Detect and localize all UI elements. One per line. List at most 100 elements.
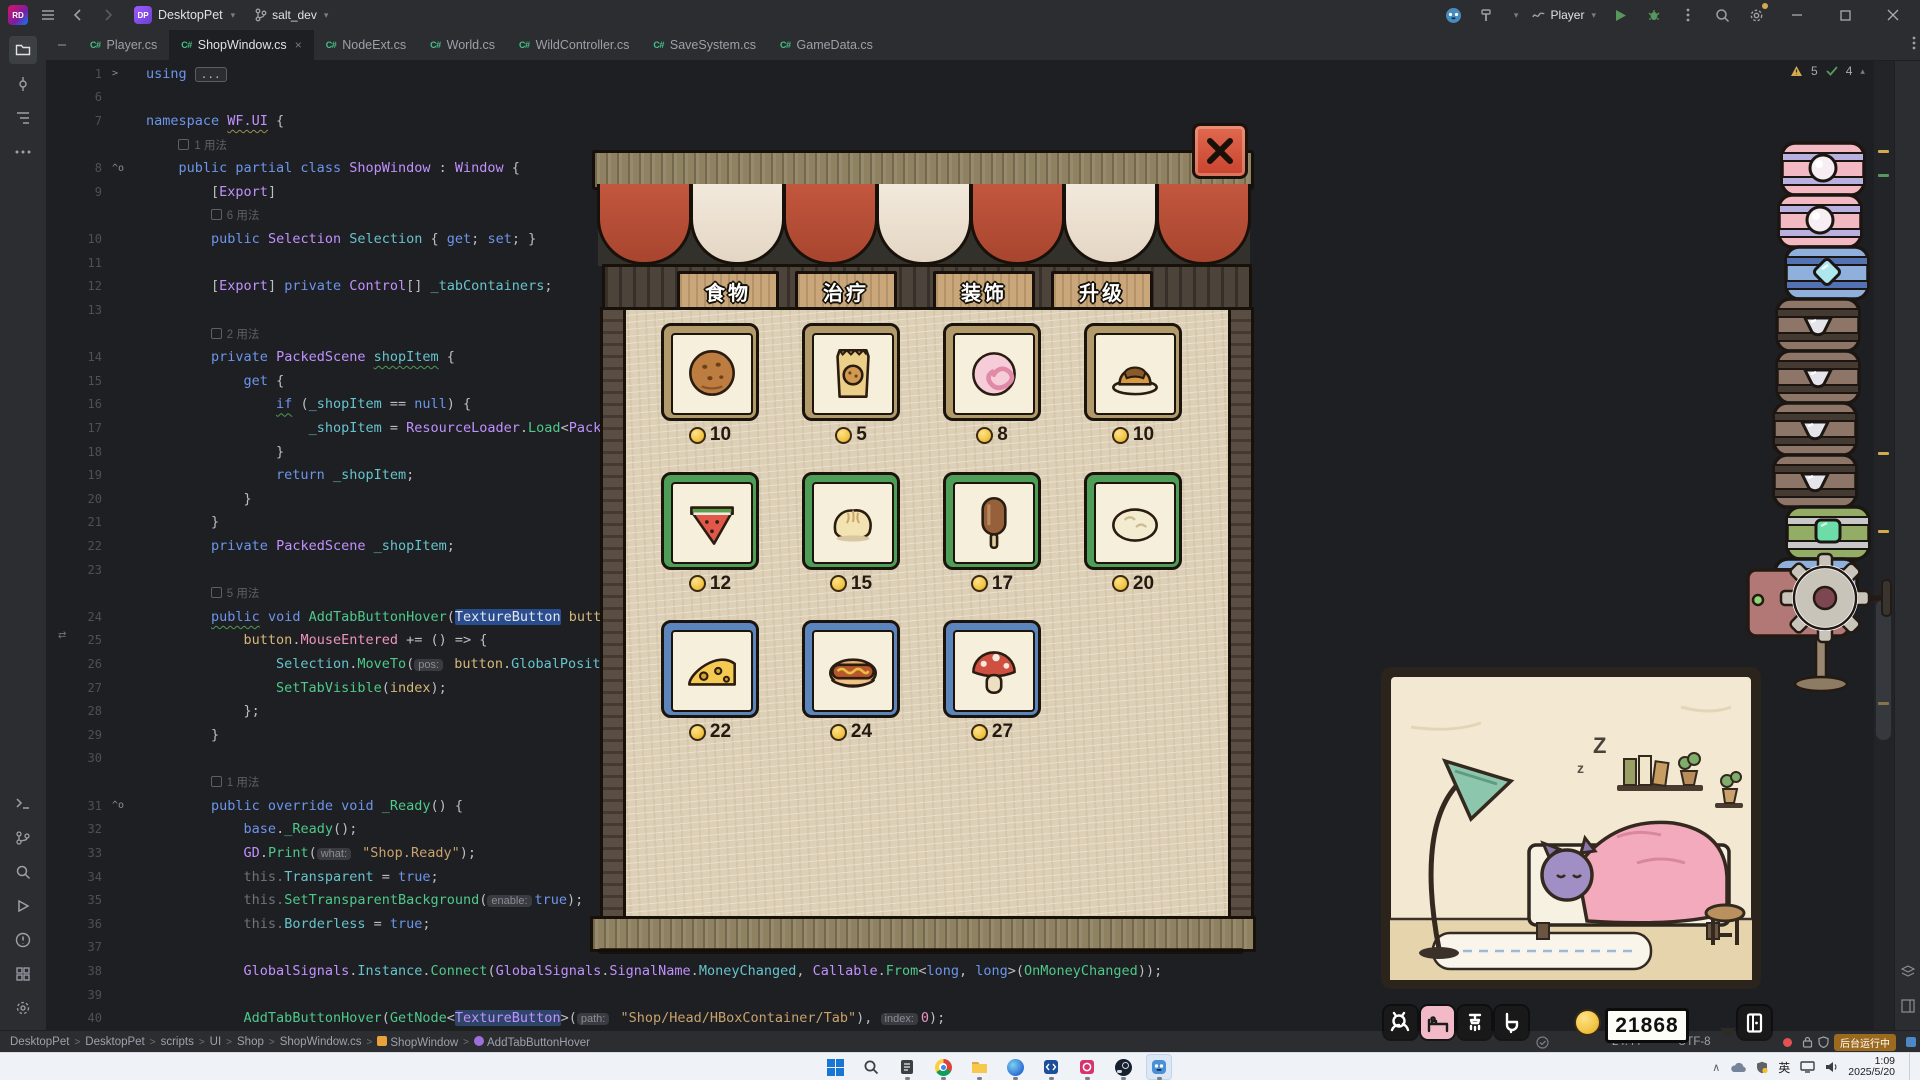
tab-close-icon[interactable]: × (295, 38, 302, 52)
breadcrumb-item[interactable]: UI (210, 1036, 222, 1048)
shop-item-popsicle[interactable] (943, 472, 1041, 570)
editor-tab-gamedata-cs[interactable]: C#GameData.cs (768, 30, 885, 60)
shop-item-bun[interactable] (802, 472, 900, 570)
terminal-tool-icon[interactable] (9, 790, 37, 818)
project-tool-icon[interactable] (9, 36, 37, 64)
debug-button[interactable] (1644, 5, 1664, 25)
more-actions-icon[interactable] (1678, 5, 1698, 25)
settings-tool-icon[interactable] (9, 994, 37, 1022)
main-menu-icon[interactable] (38, 5, 58, 25)
gacha-machine[interactable] (1740, 540, 1920, 700)
shop-item-watermelon[interactable] (661, 472, 759, 570)
taskbar-app-search[interactable] (858, 1054, 884, 1080)
search-everywhere-icon[interactable] (1712, 5, 1732, 25)
machine-crank-handle[interactable] (1882, 580, 1891, 616)
taskbar-app-start[interactable] (822, 1054, 848, 1080)
more-tools-icon[interactable] (9, 138, 37, 166)
editor-tab-wildcontroller-cs[interactable]: C#WildController.cs (507, 30, 641, 60)
shop-tab-4[interactable]: 升级 (1051, 271, 1153, 311)
inspections-widget[interactable]: 5 4 ▴ (1790, 64, 1865, 78)
taskbar-app-photos[interactable] (1074, 1054, 1100, 1080)
shop-item-cookie[interactable] (661, 323, 759, 421)
run-tool-icon[interactable] (9, 892, 37, 920)
breadcrumb-item[interactable]: AddTabButtonHover (474, 1036, 590, 1049)
forward-icon[interactable] (98, 5, 118, 25)
breadcrumb-item[interactable]: ShopWindow.cs (280, 1036, 362, 1048)
commit-tool-icon[interactable] (9, 70, 37, 98)
run-button[interactable] (1610, 5, 1630, 25)
sleep-button[interactable] (1421, 1006, 1454, 1039)
wash-button[interactable] (1458, 1006, 1491, 1039)
window-maximize-button[interactable] (1828, 0, 1862, 30)
run-configuration[interactable]: Player ▾ (1532, 8, 1596, 22)
services-tool-icon[interactable] (9, 960, 37, 988)
branch-selector[interactable]: salt_dev ▾ (255, 8, 328, 22)
breadcrumb-item[interactable]: scripts (161, 1036, 194, 1048)
rider-logo-icon[interactable]: RD (8, 5, 28, 25)
code-line[interactable]: 7namespace WF.UI { (46, 109, 1894, 133)
breadcrumb-item[interactable]: ShopWindow (377, 1036, 458, 1049)
editor-tab-world-cs[interactable]: C#World.cs (418, 30, 507, 60)
shop-item-dough[interactable] (1084, 472, 1182, 570)
editor-tab-shopwindow-cs[interactable]: C#ShopWindow.cs× (169, 30, 313, 60)
security-shield-icon[interactable] (1756, 1061, 1768, 1074)
breadcrumb-item[interactable]: DesktopPet (85, 1036, 144, 1048)
breadcrumbs[interactable]: DesktopPet>DesktopPet>scripts>UI>Shop>Sh… (0, 1036, 590, 1049)
tray-chevron-icon[interactable]: ∧ (1712, 1061, 1720, 1074)
editor-tab-player-cs[interactable]: C#Player.cs (78, 30, 169, 60)
breadcrumb-item[interactable]: Shop (237, 1036, 264, 1048)
shop-close-button[interactable] (1192, 123, 1248, 179)
breadcrumb-item[interactable]: DesktopPet (10, 1036, 69, 1048)
exit-door-button[interactable] (1738, 1006, 1771, 1039)
notification-dot[interactable] (1783, 1031, 1792, 1053)
layout-tool-icon[interactable] (1897, 992, 1919, 1020)
shop-item-cheese[interactable] (661, 620, 759, 718)
taskbar-app-steam[interactable] (1110, 1054, 1136, 1080)
godot-engine-icon[interactable] (1444, 5, 1464, 25)
taskbar-app-files[interactable] (894, 1054, 920, 1080)
ime-indicator[interactable]: 英 (1778, 1059, 1790, 1076)
window-minimize-button[interactable] (1780, 0, 1814, 30)
shop-item-candy-swirl[interactable] (943, 323, 1041, 421)
shop-tab-3[interactable]: 装饰 (933, 271, 1035, 311)
layers-tool-icon[interactable] (1897, 958, 1919, 986)
back-icon[interactable] (68, 5, 88, 25)
shop-item-snack-bag[interactable] (802, 323, 900, 421)
shop-item-mushroom[interactable] (943, 620, 1041, 718)
network-display-icon[interactable] (1800, 1061, 1815, 1073)
editor-tab-nodeext-cs[interactable]: C#NodeExt.cs (314, 30, 418, 60)
problems-tool-icon[interactable] (9, 926, 37, 954)
taskbar-app-game[interactable] (1146, 1054, 1172, 1080)
window-close-button[interactable] (1876, 0, 1910, 30)
onedrive-cloud-icon[interactable] (1730, 1062, 1746, 1073)
settings-gear-icon[interactable] (1746, 5, 1766, 25)
shop-item-pudding[interactable] (1084, 323, 1182, 421)
speaker-icon[interactable] (1825, 1061, 1838, 1073)
toilet-button[interactable] (1495, 1006, 1528, 1039)
status-layout-icon[interactable] (1906, 1031, 1916, 1053)
git-tool-icon[interactable] (9, 824, 37, 852)
code-line[interactable]: 6 (46, 86, 1894, 110)
show-desktop-button[interactable] (1909, 1053, 1914, 1080)
hide-tabs-icon[interactable] (52, 35, 72, 55)
shop-tab-2[interactable]: 治疗 (795, 271, 897, 311)
background-task-badge[interactable]: 后台运行中 (1834, 1031, 1896, 1053)
taskbar-app-explorer[interactable] (966, 1054, 992, 1080)
find-tool-icon[interactable] (9, 858, 37, 886)
taskbar-clock[interactable]: 1:09 2025/5/20 (1848, 1056, 1895, 1078)
shop-item-hotdog[interactable] (802, 620, 900, 718)
editor-tab-savesystem-cs[interactable]: C#SaveSystem.cs (641, 30, 768, 60)
project-selector[interactable]: DP DesktopPet ▾ (134, 6, 235, 24)
machine-gear-icon[interactable] (1781, 554, 1869, 642)
chevron-down-icon[interactable]: ▾ (1514, 10, 1519, 21)
build-hammer-icon[interactable] (1478, 5, 1498, 25)
shop-tab-1[interactable]: 食物 (677, 271, 779, 311)
structure-tool-icon[interactable] (9, 104, 37, 132)
pet-button[interactable] (1384, 1006, 1417, 1039)
taskbar-app-code[interactable] (1038, 1054, 1064, 1080)
tab-options-icon[interactable] (1912, 36, 1916, 55)
taskbar-app-chrome[interactable] (930, 1054, 956, 1080)
taskbar-app-edge[interactable] (1002, 1054, 1028, 1080)
code-line[interactable]: 1>using ... (46, 62, 1894, 86)
chevron-down-icon: ▾ (231, 10, 236, 21)
